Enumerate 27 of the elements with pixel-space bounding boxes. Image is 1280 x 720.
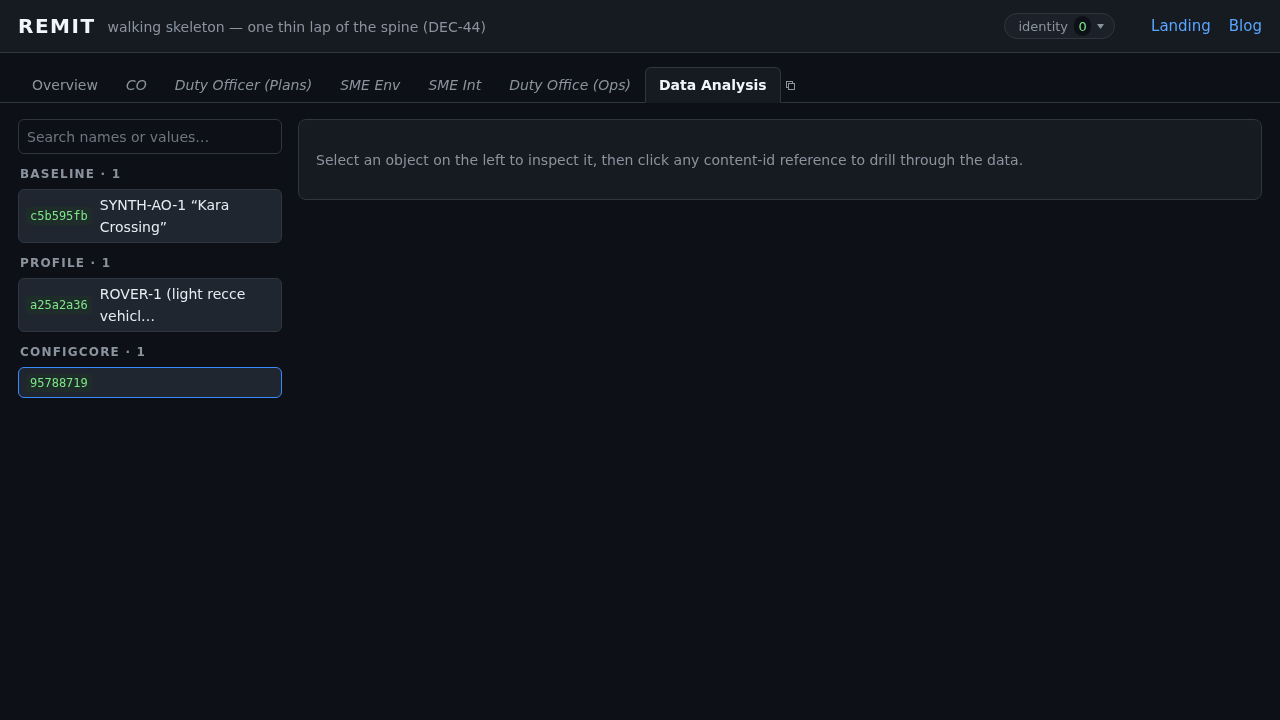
identity-label: identity: [1018, 18, 1069, 34]
group-heading: PROFILE · 1: [20, 256, 113, 270]
identity-dropdown[interactable]: identity 0: [1004, 13, 1116, 39]
hint-text: Select an object on the left to inspect it, then click any content-id reference to drill through the data.: [316, 151, 1024, 168]
group-heading: BASELINE · 1: [20, 167, 123, 181]
tab[interactable]: Data Analysis: [644, 67, 781, 103]
content-id: 95788719: [26, 373, 92, 392]
tab[interactable]: SME Int: [414, 67, 496, 103]
tab[interactable]: Duty Officer (Plans): [160, 67, 327, 103]
tab[interactable]: Overview: [18, 67, 112, 103]
copy-icon[interactable]: [785, 81, 795, 90]
tab[interactable]: CO: [111, 67, 161, 103]
app-subtitle: walking skeleton — one thin lap of the spine (DEC-44): [107, 18, 486, 35]
content-id: a25a2a36: [26, 296, 92, 314]
content-id: c5b595fb: [26, 207, 92, 225]
tab[interactable]: SME Env: [326, 67, 415, 103]
tab[interactable]: Duty Office (Ops): [495, 67, 645, 103]
group-heading: CONFIGCORE · 1: [20, 345, 148, 359]
search-field[interactable]: Search names or values…: [18, 119, 282, 154]
count-badge: 0: [1074, 16, 1092, 36]
object-card[interactable]: 95788719: [18, 367, 282, 398]
nav-link[interactable]: Blog: [1228, 17, 1262, 35]
app-logo: REMIT: [18, 14, 96, 38]
object-name: SYNTH-AO-1 “Kara Crossing”: [99, 196, 231, 237]
object-name: ROVER-1 (light recce vehicl…: [99, 285, 247, 326]
caret-icon: [1097, 23, 1105, 29]
nav-link[interactable]: Landing: [1151, 17, 1211, 35]
